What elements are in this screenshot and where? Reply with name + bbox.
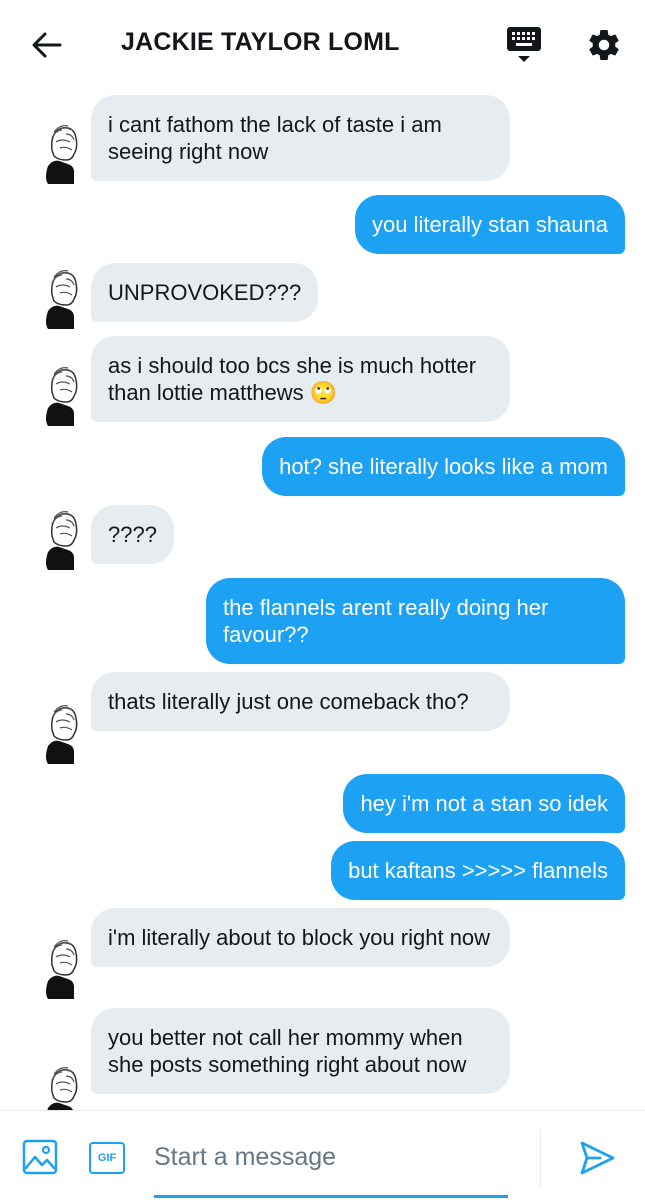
received-message: i'm literally about to block you right n… [91,908,510,967]
received-message: thats literally just one comeback tho? [91,672,510,731]
gear-icon [589,29,619,60]
image-icon [22,1139,58,1175]
send-icon [580,1141,615,1175]
conversation-header: JACKIE TAYLOR LOML [0,0,645,90]
message-input[interactable] [150,1135,530,1179]
sent-message: you literally stan shauna [354,195,625,254]
sent-message: hot? she literally looks like a mom [262,437,625,496]
keyboard-icon [507,27,541,62]
message-thread[interactable]: i cant fathom the lack of taste i am see… [0,90,645,1110]
contact-avatar [46,511,78,570]
contact-avatar [46,367,78,426]
keyboard-shortcuts-button[interactable] [503,24,545,66]
received-message: as i should too bcs she is much hotter t… [91,336,510,422]
message-composer: GIF [0,1110,645,1200]
settings-button[interactable] [583,24,625,66]
contact-avatar [47,1067,78,1110]
add-image-button[interactable] [22,1139,58,1175]
received-message: i cant fathom the lack of taste i am see… [91,95,510,181]
add-gif-button[interactable]: GIF [89,1142,125,1174]
received-message: you better not call her mommy when she p… [91,1008,510,1094]
sent-message: the flannels arent really doing her favo… [206,578,625,664]
sent-message: but kaftans >>>>> flannels [331,841,625,900]
contact-avatar [46,940,78,999]
conversation-title: JACKIE TAYLOR LOML [121,28,400,56]
composer-divider [540,1129,541,1189]
received-message: UNPROVOKED??? [91,263,319,322]
sent-message: hey i'm not a stan so idek [343,774,625,833]
back-button[interactable] [26,26,68,64]
contact-avatar [46,125,78,184]
input-focus-underline [154,1195,508,1198]
back-arrow-icon [32,32,62,58]
send-button[interactable] [578,1139,616,1177]
gif-icon: GIF [97,1152,117,1164]
received-message: ???? [91,505,174,564]
contact-avatar [46,705,78,764]
contact-avatar [46,270,78,329]
